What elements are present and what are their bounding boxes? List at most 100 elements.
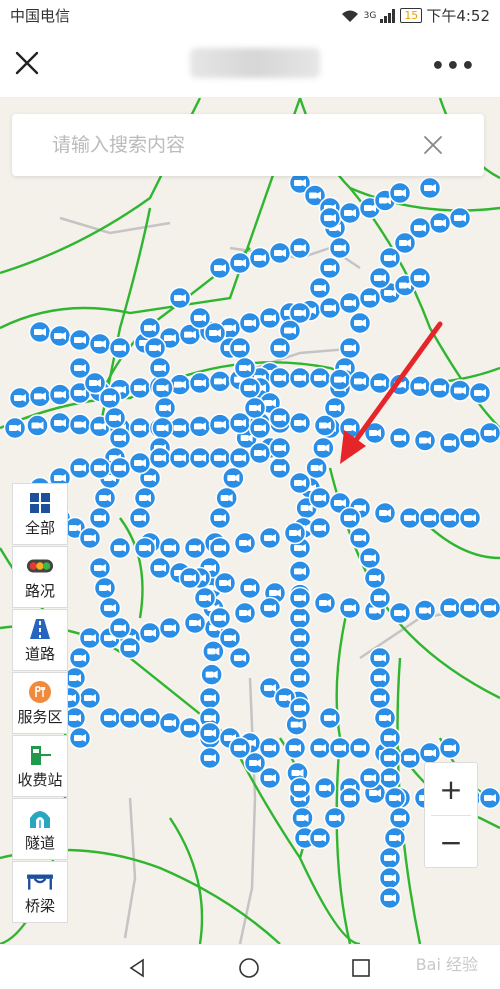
camera-marker[interactable] [288, 411, 312, 435]
camera-marker[interactable] [318, 706, 342, 730]
camera-marker[interactable] [200, 663, 223, 686]
camera-marker[interactable] [413, 599, 437, 622]
camera-marker[interactable] [148, 556, 172, 580]
camera-marker[interactable] [208, 606, 232, 630]
camera-marker[interactable] [268, 456, 292, 480]
camera-marker[interactable] [138, 706, 162, 730]
camera-marker[interactable] [28, 385, 52, 408]
camera-marker[interactable] [378, 246, 402, 270]
camera-marker[interactable] [228, 251, 252, 275]
camera-marker[interactable] [378, 866, 402, 890]
camera-marker[interactable] [183, 611, 207, 635]
close-icon[interactable] [12, 48, 42, 78]
recent-apps-icon[interactable] [350, 957, 372, 979]
camera-marker[interactable] [291, 806, 314, 830]
camera-marker[interactable] [348, 370, 372, 393]
camera-marker[interactable] [208, 506, 232, 530]
camera-marker[interactable] [313, 776, 337, 800]
layer-road-button[interactable]: 道路 [12, 609, 68, 671]
camera-marker[interactable] [328, 736, 352, 760]
camera-marker[interactable] [348, 526, 372, 550]
layer-toll-button[interactable]: 收费站 [12, 735, 68, 797]
camera-marker[interactable] [305, 456, 328, 480]
camera-marker[interactable] [418, 741, 442, 765]
camera-marker[interactable] [308, 486, 332, 510]
camera-marker[interactable] [98, 596, 122, 620]
camera-marker[interactable] [8, 386, 32, 410]
camera-marker[interactable] [288, 646, 312, 670]
camera-marker[interactable] [208, 446, 232, 470]
camera-marker[interactable] [368, 666, 392, 690]
camera-marker[interactable] [368, 586, 392, 610]
camera-marker[interactable] [198, 721, 222, 745]
more-icon[interactable]: ••• [431, 54, 476, 79]
camera-marker[interactable] [398, 506, 422, 530]
layer-service-area-button[interactable]: 服务区 [12, 672, 68, 734]
camera-marker[interactable] [258, 596, 282, 620]
home-icon[interactable] [238, 957, 260, 979]
camera-marker[interactable] [358, 286, 382, 310]
camera-marker[interactable] [388, 181, 412, 205]
camera-marker[interactable] [318, 296, 342, 320]
camera-marker[interactable] [378, 726, 402, 750]
camera-marker[interactable] [198, 746, 222, 770]
camera-marker[interactable] [383, 826, 407, 850]
camera-marker[interactable] [288, 560, 312, 583]
camera-marker[interactable] [308, 516, 332, 540]
camera-marker[interactable] [68, 413, 92, 436]
camera-marker[interactable] [428, 211, 452, 235]
camera-marker[interactable] [368, 266, 392, 290]
camera-marker[interactable] [48, 383, 72, 406]
camera-marker[interactable] [378, 766, 402, 790]
camera-marker[interactable] [68, 726, 92, 750]
camera-marker[interactable] [363, 566, 387, 590]
camera-marker[interactable] [388, 806, 412, 830]
camera-marker[interactable] [348, 736, 372, 760]
camera-marker[interactable] [148, 356, 172, 380]
camera-marker[interactable] [338, 506, 362, 530]
camera-marker[interactable] [418, 176, 442, 200]
camera-marker[interactable] [308, 736, 332, 760]
camera-marker[interactable] [208, 370, 232, 393]
layer-bridge-button[interactable]: 桥梁 [12, 861, 68, 923]
layer-traffic-button[interactable]: 路况 [12, 546, 68, 608]
camera-marker[interactable] [108, 426, 132, 450]
camera-marker[interactable] [398, 746, 422, 770]
camera-marker[interactable] [108, 616, 132, 640]
camera-marker[interactable] [313, 414, 337, 437]
camera-marker[interactable] [312, 436, 335, 460]
search-input[interactable] [52, 128, 412, 162]
camera-marker[interactable] [438, 506, 462, 530]
camera-marker[interactable] [388, 426, 412, 450]
camera-marker[interactable] [108, 536, 132, 560]
camera-marker[interactable] [478, 421, 500, 445]
camera-marker[interactable] [288, 626, 312, 650]
camera-marker[interactable] [233, 531, 257, 555]
camera-marker[interactable] [438, 431, 462, 455]
camera-marker[interactable] [378, 746, 402, 770]
layer-all-button[interactable]: 全部 [12, 483, 68, 545]
camera-marker[interactable] [323, 806, 347, 830]
camera-marker[interactable] [78, 686, 102, 710]
camera-marker[interactable] [318, 206, 342, 230]
camera-marker[interactable] [208, 536, 232, 560]
camera-marker[interactable] [153, 396, 177, 420]
camera-marker[interactable] [338, 786, 362, 810]
camera-marker[interactable] [318, 256, 342, 280]
camera-marker[interactable] [78, 526, 102, 550]
camera-marker[interactable] [378, 846, 402, 870]
camera-marker[interactable] [93, 486, 117, 510]
camera-marker[interactable] [103, 406, 127, 430]
camera-marker[interactable] [248, 441, 272, 465]
camera-marker[interactable] [188, 415, 212, 438]
clear-icon[interactable] [422, 134, 444, 156]
camera-marker[interactable] [268, 406, 292, 430]
camera-marker[interactable] [188, 371, 212, 395]
camera-marker[interactable] [413, 429, 437, 452]
camera-marker[interactable] [243, 396, 267, 420]
camera-marker[interactable] [308, 826, 332, 850]
camera-marker[interactable] [233, 601, 257, 625]
camera-marker[interactable] [338, 291, 362, 315]
camera-marker[interactable] [358, 546, 382, 570]
camera-marker[interactable] [283, 736, 307, 760]
